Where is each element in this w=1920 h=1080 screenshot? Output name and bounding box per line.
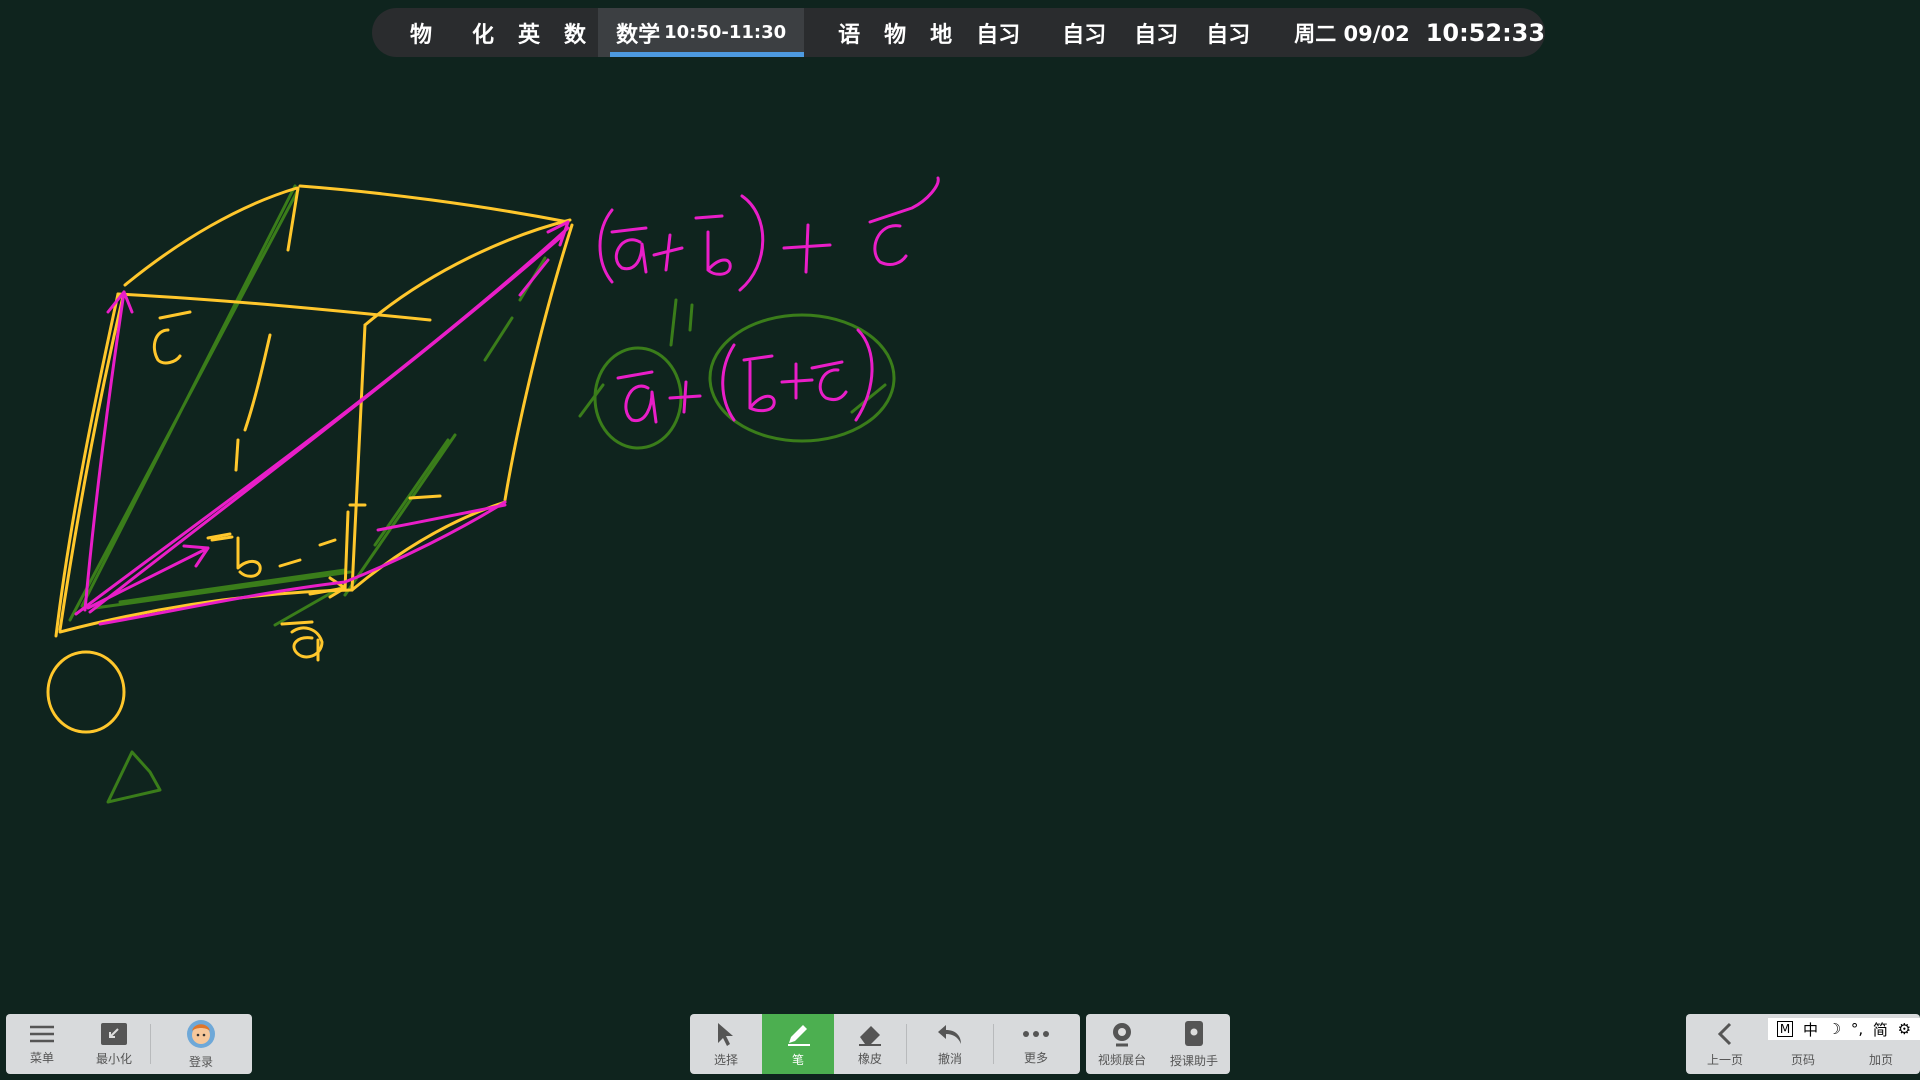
ime-mode-indicator[interactable]: M bbox=[1776, 1021, 1794, 1037]
expr1-a bbox=[610, 226, 648, 274]
ime-language-toggle[interactable]: 中 bbox=[1803, 1019, 1818, 1040]
expr1-b bbox=[694, 214, 732, 276]
tablet-icon bbox=[1185, 1020, 1203, 1046]
select-tool-button[interactable]: 选择 bbox=[690, 1014, 762, 1074]
green-ticks bbox=[669, 298, 694, 347]
menu-label: 菜单 bbox=[29, 1050, 54, 1065]
green-face-diagonal-right bbox=[343, 433, 457, 597]
pen-tool-button[interactable]: 笔 bbox=[762, 1014, 834, 1074]
add-page-label: 加页 bbox=[1868, 1052, 1893, 1067]
eraser-tool-label: 橡皮 bbox=[857, 1051, 882, 1066]
cube-top-back-edge bbox=[298, 184, 570, 224]
expr1-left-paren bbox=[598, 208, 614, 284]
expr1-c bbox=[868, 176, 940, 266]
more-icon bbox=[1023, 1030, 1049, 1037]
more-button[interactable]: 更多 bbox=[994, 1014, 1078, 1074]
teaching-assistant-label: 授课助手 bbox=[1169, 1053, 1218, 1068]
page-number-label: 页码 bbox=[1790, 1052, 1815, 1067]
previous-page-button[interactable]: 上一页 bbox=[1686, 1014, 1764, 1074]
select-tool-label: 选择 bbox=[713, 1052, 738, 1067]
eraser-tool-button[interactable]: 橡皮 bbox=[834, 1014, 906, 1074]
expr2-b bbox=[742, 354, 776, 413]
expr2-plus-1 bbox=[668, 380, 702, 414]
undo-button[interactable]: 撤消 bbox=[907, 1014, 993, 1074]
cube-hidden-vertical bbox=[234, 333, 272, 472]
expr1-plus-1 bbox=[652, 233, 684, 272]
ime-simplified-toggle[interactable]: 简 bbox=[1873, 1019, 1888, 1040]
ime-punctuation-toggle[interactable]: °, bbox=[1851, 1020, 1863, 1038]
menu-button[interactable]: 菜单 bbox=[6, 1014, 78, 1074]
previous-page-label: 上一页 bbox=[1706, 1052, 1743, 1067]
toolbar-media: 视频展台 授课助手 bbox=[1086, 1014, 1230, 1074]
label-b bbox=[210, 535, 262, 578]
video-booth-label: 视频展台 bbox=[1097, 1052, 1146, 1067]
login-button[interactable]: 登录 bbox=[151, 1014, 251, 1074]
eraser-icon bbox=[859, 1025, 881, 1046]
yellow-strokes bbox=[46, 184, 574, 734]
green-triangle bbox=[106, 750, 162, 804]
more-label: 更多 bbox=[1023, 1050, 1048, 1065]
expr2-plus-2 bbox=[780, 362, 814, 400]
cursor-icon bbox=[718, 1022, 733, 1046]
chevron-left-icon bbox=[1717, 1022, 1732, 1045]
pen-icon bbox=[788, 1024, 810, 1046]
camera-icon bbox=[1113, 1022, 1131, 1046]
green-strokes bbox=[68, 184, 896, 804]
login-label: 登录 bbox=[188, 1054, 213, 1069]
expr2-left-paren bbox=[721, 343, 736, 422]
green-circle-bc bbox=[708, 313, 896, 443]
magenta-diagonal-main-2 bbox=[88, 234, 564, 614]
label-a bbox=[280, 620, 324, 662]
green-diagonal-back bbox=[68, 184, 300, 622]
undo-label: 撤消 bbox=[937, 1051, 962, 1066]
expr2-c bbox=[810, 360, 848, 402]
magenta-right-vector bbox=[343, 500, 507, 584]
avatar-icon bbox=[187, 1019, 215, 1048]
green-tick-left bbox=[578, 383, 605, 418]
ime-status-bar[interactable]: M 中 ☽ °, 简 ⚙ bbox=[1768, 1018, 1920, 1040]
green-circle-a bbox=[593, 346, 683, 450]
cube-front-right-vertical bbox=[350, 323, 367, 592]
label-c bbox=[152, 310, 192, 365]
pen-tool-label: 笔 bbox=[791, 1052, 804, 1067]
minimize-button[interactable]: 最小化 bbox=[78, 1014, 150, 1074]
expr1-plus-2 bbox=[782, 223, 832, 274]
video-booth-button[interactable]: 视频展台 bbox=[1086, 1014, 1158, 1074]
expr2-a bbox=[616, 370, 658, 424]
whiteboard-canvas[interactable] bbox=[0, 0, 1920, 1000]
origin-circle-o bbox=[46, 650, 126, 734]
toolbar-left: 菜单 最小化 登录 bbox=[6, 1014, 252, 1074]
teaching-assistant-button[interactable]: 授课助手 bbox=[1158, 1014, 1230, 1074]
menu-icon bbox=[30, 1025, 54, 1042]
toolbar-center: 选择 笔 橡皮 撤消 更多 bbox=[690, 1014, 1080, 1074]
ime-moon-icon[interactable]: ☽ bbox=[1828, 1020, 1841, 1038]
undo-icon bbox=[938, 1024, 961, 1044]
cube-bottom-front-edge bbox=[58, 588, 354, 634]
minimize-label: 最小化 bbox=[95, 1051, 132, 1066]
ime-settings-icon[interactable]: ⚙ bbox=[1898, 1020, 1911, 1038]
magenta-strokes bbox=[74, 176, 940, 626]
expr1-right-paren bbox=[738, 194, 765, 292]
magenta-diagonal-main bbox=[74, 226, 570, 616]
cube-back-top-left bbox=[123, 186, 299, 287]
minimize-icon bbox=[101, 1022, 127, 1045]
